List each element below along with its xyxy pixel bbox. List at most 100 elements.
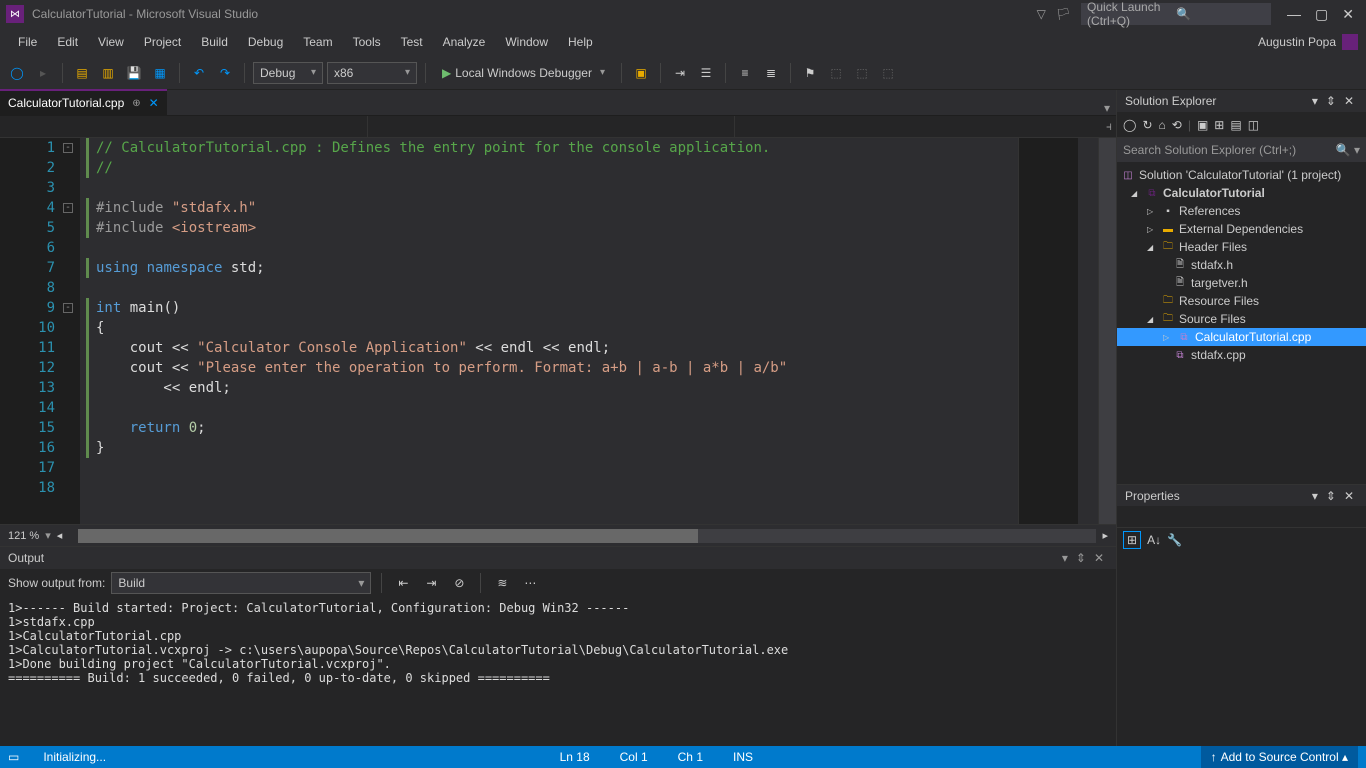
- tab-dropdown-icon[interactable]: ▾: [1098, 101, 1116, 115]
- menu-team[interactable]: Team: [293, 35, 342, 49]
- output-pin-icon[interactable]: ⇕: [1072, 551, 1090, 565]
- tree-solution[interactable]: ◫Solution 'CalculatorTutorial' (1 projec…: [1117, 166, 1366, 184]
- tb-icon-1[interactable]: ▣: [630, 62, 652, 84]
- tb-icon-7[interactable]: ⬚: [825, 62, 847, 84]
- pin-icon[interactable]: ⊕: [132, 98, 140, 109]
- menu-help[interactable]: Help: [558, 35, 603, 49]
- hscroll-right[interactable]: ▸: [1102, 529, 1108, 542]
- menu-tools[interactable]: Tools: [343, 35, 391, 49]
- soln-dropdown-icon[interactable]: ▾: [1308, 94, 1322, 108]
- user-avatar[interactable]: [1342, 34, 1358, 50]
- config-combo[interactable]: Debug: [253, 62, 323, 84]
- open-file-button[interactable]: ▥: [97, 62, 119, 84]
- tb-icon-3[interactable]: ☰: [695, 62, 717, 84]
- menu-analyze[interactable]: Analyze: [433, 35, 496, 49]
- tree-targetver-h[interactable]: 🗎targetver.h: [1117, 274, 1366, 292]
- soln-showall-icon[interactable]: ⊞: [1214, 118, 1224, 132]
- notifications-icon[interactable]: ▽: [1037, 7, 1046, 21]
- output-dropdown-icon[interactable]: ▾: [1058, 551, 1072, 565]
- horizontal-scrollbar[interactable]: [78, 529, 1096, 543]
- forward-button[interactable]: ▸: [32, 62, 54, 84]
- props-pin-icon[interactable]: ⇕: [1322, 489, 1340, 503]
- out-icon-4[interactable]: ≋: [491, 572, 513, 594]
- soln-sync-icon[interactable]: ⟲: [1172, 118, 1182, 132]
- tree-main-cpp[interactable]: ⧉CalculatorTutorial.cpp: [1117, 328, 1366, 346]
- new-project-button[interactable]: ▤: [71, 62, 93, 84]
- file-tab[interactable]: CalculatorTutorial.cpp ⊕ ✕: [0, 89, 167, 115]
- tb-icon-4[interactable]: ≡: [734, 62, 756, 84]
- save-button[interactable]: 💾: [123, 62, 145, 84]
- tb-icon-2[interactable]: ⇥: [669, 62, 691, 84]
- platform-combo[interactable]: x86: [327, 62, 417, 84]
- menu-window[interactable]: Window: [495, 35, 558, 49]
- close-button[interactable]: ✕: [1342, 6, 1354, 23]
- props-wrench-icon[interactable]: 🔧: [1167, 533, 1182, 547]
- props-dropdown-icon[interactable]: ▾: [1308, 489, 1322, 503]
- tree-stdafx-cpp[interactable]: ⧉stdafx.cpp: [1117, 346, 1366, 364]
- menu-test[interactable]: Test: [391, 35, 433, 49]
- save-all-button[interactable]: ▦: [149, 62, 171, 84]
- minimize-button[interactable]: ―: [1287, 6, 1301, 23]
- user-name[interactable]: Augustin Popa: [1258, 35, 1336, 49]
- split-icon[interactable]: ⫞: [1102, 116, 1116, 137]
- out-icon-2[interactable]: ⇥: [420, 572, 442, 594]
- output-close-icon[interactable]: ✕: [1090, 551, 1108, 565]
- undo-button[interactable]: ↶: [188, 62, 210, 84]
- start-debug-button[interactable]: ▶ Local Windows Debugger ▾: [434, 62, 613, 84]
- menu-file[interactable]: File: [8, 35, 47, 49]
- soln-props-icon[interactable]: ▤: [1230, 118, 1241, 132]
- out-icon-3[interactable]: ⊘: [448, 572, 470, 594]
- tb-icon-8[interactable]: ⬚: [851, 62, 873, 84]
- menu-view[interactable]: View: [88, 35, 134, 49]
- menu-project[interactable]: Project: [134, 35, 191, 49]
- soln-home-icon[interactable]: ◯: [1123, 118, 1136, 132]
- tb-icon-5[interactable]: ≣: [760, 62, 782, 84]
- tree-source-files[interactable]: 🗀Source Files: [1117, 310, 1366, 328]
- props-close-icon[interactable]: ✕: [1340, 489, 1358, 503]
- status-line[interactable]: Ln 18: [554, 750, 596, 764]
- feedback-icon[interactable]: 🏳: [1056, 7, 1071, 21]
- menu-build[interactable]: Build: [191, 35, 238, 49]
- zoom-dropdown-icon[interactable]: ▾: [45, 529, 51, 542]
- code-editor[interactable]: 1-234-56789-101112131415161718 // Calcul…: [0, 138, 1116, 524]
- tab-close-icon[interactable]: ✕: [149, 96, 159, 110]
- status-ins[interactable]: INS: [727, 750, 759, 764]
- props-az-icon[interactable]: A↓: [1147, 533, 1161, 547]
- soln-close-icon[interactable]: ✕: [1340, 94, 1358, 108]
- out-icon-1[interactable]: ⇤: [392, 572, 414, 594]
- solution-tree[interactable]: ◫Solution 'CalculatorTutorial' (1 projec…: [1117, 162, 1366, 484]
- status-col[interactable]: Col 1: [614, 750, 654, 764]
- menu-debug[interactable]: Debug: [238, 35, 293, 49]
- soln-refresh-icon[interactable]: ↻: [1142, 118, 1152, 132]
- vertical-scrollbar[interactable]: [1098, 138, 1116, 524]
- status-scc[interactable]: ↑ Add to Source Control ▴: [1201, 746, 1358, 768]
- hscroll-left[interactable]: ◂: [57, 529, 63, 542]
- soln-home2-icon[interactable]: ⌂: [1159, 118, 1166, 132]
- nav-bar[interactable]: ⫞: [0, 116, 1116, 138]
- code-area[interactable]: // CalculatorTutorial.cpp : Defines the …: [80, 138, 1018, 524]
- tree-external-deps[interactable]: ▬External Dependencies: [1117, 220, 1366, 238]
- output-source-combo[interactable]: Build: [111, 572, 371, 594]
- tb-icon-9[interactable]: ⬚: [877, 62, 899, 84]
- status-ch[interactable]: Ch 1: [672, 750, 709, 764]
- menu-edit[interactable]: Edit: [47, 35, 88, 49]
- tree-header-files[interactable]: 🗀Header Files: [1117, 238, 1366, 256]
- out-icon-5[interactable]: ⋯: [519, 572, 541, 594]
- quick-launch-input[interactable]: Quick Launch (Ctrl+Q) 🔍: [1081, 3, 1271, 25]
- tree-stdafx-h[interactable]: 🗎stdafx.h: [1117, 256, 1366, 274]
- soln-pin-icon[interactable]: ⇕: [1322, 94, 1340, 108]
- back-button[interactable]: ◯: [6, 62, 28, 84]
- tree-resource-files[interactable]: 🗀Resource Files: [1117, 292, 1366, 310]
- solution-search-input[interactable]: Search Solution Explorer (Ctrl+;) 🔍 ▾: [1117, 138, 1366, 162]
- output-body[interactable]: 1>------ Build started: Project: Calcula…: [0, 597, 1116, 746]
- tree-project[interactable]: ⧉CalculatorTutorial: [1117, 184, 1366, 202]
- redo-button[interactable]: ↷: [214, 62, 236, 84]
- soln-collapse-icon[interactable]: ▣: [1197, 118, 1208, 132]
- props-cat-icon[interactable]: ⊞: [1123, 531, 1141, 549]
- tb-icon-6[interactable]: ⚑: [799, 62, 821, 84]
- tree-references[interactable]: ▪References: [1117, 202, 1366, 220]
- minimap[interactable]: [1018, 138, 1078, 524]
- soln-prev-icon[interactable]: ◫: [1248, 118, 1259, 132]
- zoom-level[interactable]: 121 %: [8, 530, 39, 542]
- maximize-button[interactable]: ▢: [1315, 6, 1328, 23]
